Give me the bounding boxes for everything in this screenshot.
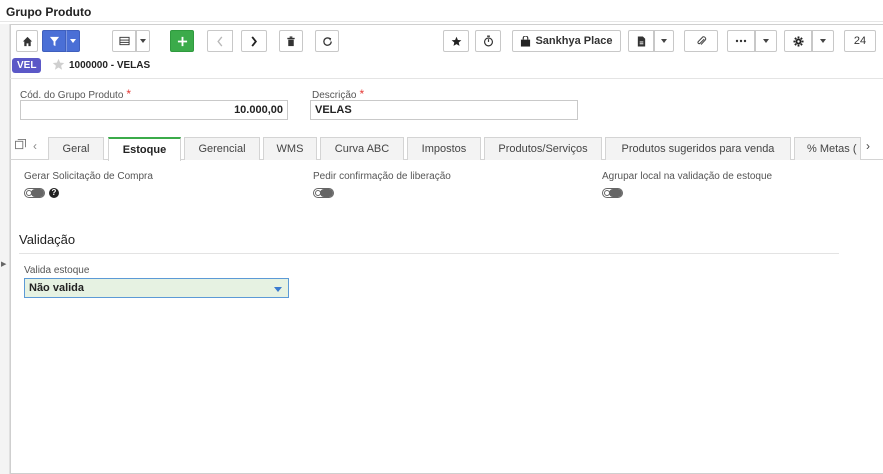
pedir-confirmacao-toggle[interactable] — [313, 188, 334, 198]
shopping-bag-icon — [521, 35, 531, 47]
timer-button[interactable] — [475, 30, 501, 52]
chevron-left-icon — [217, 35, 223, 47]
agrupar-local-label: Agrupar local na validação de estoque — [602, 171, 773, 182]
tab-label: Produtos sugeridos para venda — [621, 143, 775, 155]
tab-curva-abc[interactable]: Curva ABC — [320, 137, 404, 160]
ellipsis-icon — [735, 39, 747, 43]
tab-produtos-servicos[interactable]: Produtos/Serviços — [484, 137, 602, 160]
home-icon — [22, 36, 32, 46]
settings-button[interactable] — [784, 30, 812, 52]
tab-gerencial[interactable]: Gerencial — [184, 137, 260, 160]
delete-button[interactable] — [279, 30, 303, 52]
help-icon[interactable]: ? — [49, 188, 59, 198]
section-title-validacao: Validação — [19, 232, 76, 247]
filter-button[interactable] — [42, 30, 66, 52]
title-bar: Grupo Produto — [0, 0, 883, 22]
trash-icon — [287, 35, 295, 46]
gear-icon — [792, 35, 804, 47]
tab-label: Impostos — [421, 143, 467, 155]
grid-view-dropdown[interactable] — [136, 30, 150, 52]
agrupar-local-toggle[interactable] — [602, 188, 623, 198]
favorite-star-icon[interactable] — [52, 58, 65, 71]
left-collapse-strip[interactable]: ▶ — [0, 24, 10, 474]
settings-dropdown[interactable] — [812, 30, 834, 52]
previous-record-button[interactable] — [207, 30, 233, 52]
plus-icon — [177, 36, 187, 46]
toggle-fill — [320, 189, 333, 197]
toggle-fill — [31, 189, 44, 197]
chevron-down-icon — [140, 39, 146, 43]
tab-produtos-sugeridos[interactable]: Produtos sugeridos para venda — [605, 137, 791, 160]
tab-label: Produtos/Serviços — [498, 143, 588, 155]
valida-estoque-select[interactable]: Não valida — [24, 278, 289, 298]
gerar-solicitacao-toggle[interactable] — [24, 188, 45, 198]
gerar-solicitacao-label: Gerar Solicitação de Compra — [24, 171, 153, 182]
refresh-button[interactable] — [315, 30, 339, 52]
next-record-button[interactable] — [241, 30, 267, 52]
chevron-down-icon — [763, 39, 769, 43]
report-icon — [637, 35, 645, 47]
chevron-right-icon — [251, 35, 258, 47]
tab-label: WMS — [276, 143, 304, 155]
more-options-button[interactable] — [727, 30, 755, 52]
sankhya-place-button[interactable]: Sankhya Place — [512, 30, 621, 52]
tab-impostos[interactable]: Impostos — [407, 137, 481, 160]
valida-estoque-value: Não valida — [29, 282, 85, 294]
tab-label: % Metas ( — [807, 143, 857, 155]
main-panel — [10, 24, 883, 474]
favorite-button[interactable] — [443, 30, 469, 52]
sankhya-place-label: Sankhya Place — [535, 35, 613, 47]
chevron-down-icon — [274, 287, 282, 292]
header-divider — [10, 78, 883, 79]
record-badge: VEL — [12, 58, 42, 73]
filter-icon — [49, 36, 59, 46]
code-label: Cód. do Grupo Produto * — [20, 87, 131, 101]
filter-dropdown[interactable] — [66, 30, 80, 52]
tabs-scroll-right-icon[interactable]: › — [866, 139, 870, 153]
tabs-scroll-left-icon[interactable]: ‹ — [33, 139, 37, 153]
description-input[interactable]: VELAS — [310, 100, 578, 120]
more-options-dropdown[interactable] — [755, 30, 777, 52]
expand-arrow-icon[interactable]: ▶ — [1, 260, 6, 268]
tab-label: Estoque — [122, 144, 167, 156]
tab-label: Geral — [62, 143, 90, 155]
toggle-fill — [609, 189, 622, 197]
window-title: Grupo Produto — [6, 5, 92, 19]
refresh-icon — [322, 36, 332, 46]
star-icon — [451, 36, 461, 46]
required-mark: * — [126, 87, 132, 101]
copy-tabs-icon[interactable] — [15, 139, 26, 153]
notification-counter[interactable]: 24 — [844, 30, 876, 52]
chevron-down-icon — [661, 39, 667, 43]
stopwatch-icon — [483, 35, 493, 47]
valida-estoque-label: Valida estoque — [24, 265, 90, 276]
add-record-button[interactable] — [170, 30, 194, 52]
reports-button[interactable] — [628, 30, 654, 52]
grid-view-button[interactable] — [112, 30, 136, 52]
tab-label: Gerencial — [198, 143, 246, 155]
paperclip-icon — [696, 36, 706, 45]
reports-dropdown[interactable] — [654, 30, 674, 52]
description-label: Descrição * — [312, 87, 364, 101]
chevron-down-icon — [820, 39, 826, 43]
tab-metas[interactable]: % Metas ( — [794, 137, 861, 160]
tab-wms[interactable]: WMS — [263, 137, 317, 160]
tab-geral[interactable]: Geral — [48, 137, 104, 160]
tab-estoque[interactable]: Estoque — [108, 137, 181, 161]
required-mark: * — [359, 87, 365, 101]
tab-label: Curva ABC — [334, 143, 390, 155]
record-title: 1000000 - VELAS — [69, 60, 151, 71]
home-button[interactable] — [16, 30, 38, 52]
pedir-confirmacao-label: Pedir confirmação de liberação — [313, 171, 451, 182]
attachment-button[interactable] — [684, 30, 718, 52]
grid-icon — [118, 36, 130, 46]
section-divider — [19, 253, 839, 254]
chevron-down-icon — [70, 39, 76, 43]
code-input[interactable]: 10.000,00 — [20, 100, 288, 120]
